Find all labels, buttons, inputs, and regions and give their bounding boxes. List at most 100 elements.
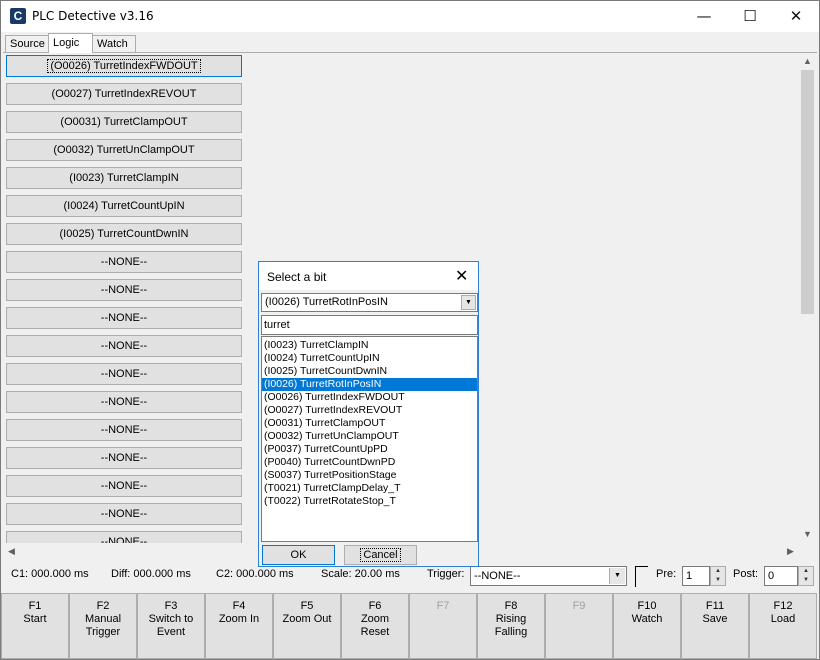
signal-button[interactable]: (O0032) TurretUnClampOUT (6, 139, 242, 161)
tab-bar: Source Logic Watch (3, 33, 817, 53)
window-title: PLC Detective v3.16 (32, 9, 154, 23)
fkey-label: Manual Trigger (84, 613, 122, 638)
list-item[interactable]: (I0023) TurretClampIN (262, 339, 477, 352)
stepper-up-icon[interactable]: ▲ (711, 567, 725, 576)
fkey-f11[interactable]: F11 Save (681, 593, 749, 659)
list-item[interactable]: (O0027) TurretIndexREVOUT (262, 404, 477, 417)
list-item[interactable]: (I0026) TurretRotInPosIN (262, 378, 477, 391)
fkey-f2[interactable]: F2 Manual Trigger (69, 593, 137, 659)
tab-logic[interactable]: Logic (48, 33, 93, 53)
stepper-down-icon[interactable]: ▼ (711, 576, 725, 585)
list-item[interactable]: (O0031) TurretClampOUT (262, 417, 477, 430)
list-item[interactable]: (P0040) TurretCountDwnPD (262, 456, 477, 469)
c1-readout: C1: 000.000 ms (11, 568, 89, 580)
tab-watch[interactable]: Watch (92, 35, 136, 52)
list-item[interactable]: (T0021) TurretClampDelay_T (262, 482, 477, 495)
fkey-label: Zoom In (218, 613, 260, 625)
filter-input[interactable]: turret (261, 315, 478, 335)
list-item[interactable]: (I0024) TurretCountUpIN (262, 352, 477, 365)
bit-combo-box[interactable]: (I0026) TurretRotInPosIN ▼ (261, 293, 478, 312)
diff-readout: Diff: 000.000 ms (111, 568, 191, 580)
scroll-left-icon[interactable]: ◀ (3, 543, 20, 560)
chevron-down-icon[interactable]: ▼ (461, 295, 476, 310)
signal-button[interactable]: --NONE-- (6, 419, 242, 441)
close-icon[interactable]: ✕ (455, 266, 468, 286)
post-input[interactable]: 0 (764, 566, 798, 586)
title-bar[interactable]: C PLC Detective v3.16 — ☐ ✕ (1, 1, 819, 32)
signal-button[interactable]: (I0024) TurretCountUpIN (6, 195, 242, 217)
chevron-down-icon[interactable]: ▼ (609, 568, 625, 584)
fkey-key: F7 (436, 600, 450, 612)
fkey-label: Switch to Event (148, 613, 194, 638)
trigger-select[interactable]: --NONE-- ▼ (470, 566, 627, 586)
bit-list[interactable]: (I0023) TurretClampIN (I0024) TurretCount… (261, 336, 478, 542)
fkey-label: Start (23, 613, 47, 625)
signal-button[interactable]: --NONE-- (6, 279, 242, 301)
signal-button[interactable]: --NONE-- (6, 531, 242, 543)
signal-button-label: --NONE-- (100, 340, 148, 352)
fkey-f10[interactable]: F10 Watch (613, 593, 681, 659)
post-stepper[interactable]: ▲ ▼ (798, 566, 814, 586)
stepper-down-icon[interactable]: ▼ (799, 576, 813, 585)
signal-button-label: (O0026) TurretIndexFWDOUT (47, 59, 201, 73)
trigger-value: --NONE-- (474, 570, 521, 582)
list-item[interactable]: (T0022) TurretRotateStop_T (262, 495, 477, 508)
fkey-f9[interactable]: F9 (545, 593, 613, 659)
signal-button[interactable]: --NONE-- (6, 447, 242, 469)
stepper-up-icon[interactable]: ▲ (799, 567, 813, 576)
fkey-f8[interactable]: F8 Rising Falling (477, 593, 545, 659)
signal-button[interactable]: (O0026) TurretIndexFWDOUT (6, 55, 242, 77)
signal-button-label: --NONE-- (100, 396, 148, 408)
dialog-title-bar[interactable]: Select a bit ✕ (259, 262, 478, 290)
signal-button[interactable]: (O0031) TurretClampOUT (6, 111, 242, 133)
ok-button[interactable]: OK (262, 545, 335, 565)
signal-button[interactable]: (I0025) TurretCountDwnIN (6, 223, 242, 245)
tab-source[interactable]: Source (5, 35, 49, 52)
signal-button[interactable]: --NONE-- (6, 335, 242, 357)
fkey-key: F4 (232, 600, 246, 612)
signal-button[interactable]: (I0023) TurretClampIN (6, 167, 242, 189)
fkey-f3[interactable]: F3 Switch to Event (137, 593, 205, 659)
signal-button-label: --NONE-- (100, 424, 148, 436)
signal-button[interactable]: --NONE-- (6, 307, 242, 329)
signal-button-label: --NONE-- (100, 508, 148, 520)
cancel-button-label: Cancel (360, 548, 401, 562)
function-key-bar: F1 Start F2 Manual Trigger F3 Switch to Event… (1, 593, 819, 659)
signal-button[interactable]: --NONE-- (6, 475, 242, 497)
close-icon[interactable]: ✕ (773, 1, 819, 32)
fkey-key: F5 (300, 600, 314, 612)
fkey-label: Zoom Reset (360, 613, 390, 638)
list-item[interactable]: (I0025) TurretCountDwnIN (262, 365, 477, 378)
fkey-key: F6 (368, 600, 382, 612)
fkey-label: Rising Falling (494, 613, 528, 638)
vertical-scroll-thumb[interactable] (801, 70, 814, 314)
fkey-f7[interactable]: F7 (409, 593, 477, 659)
fkey-f4[interactable]: F4 Zoom In (205, 593, 273, 659)
fkey-f12[interactable]: F12 Load (749, 593, 817, 659)
fkey-f5[interactable]: F5 Zoom Out (273, 593, 341, 659)
list-item[interactable]: (S0037) TurretPositionStage (262, 469, 477, 482)
scroll-down-icon[interactable]: ▼ (799, 526, 816, 543)
minimize-icon[interactable]: — (681, 1, 727, 32)
scroll-right-icon[interactable]: ▶ (782, 543, 799, 560)
pre-input[interactable]: 1 (682, 566, 710, 586)
fkey-f6[interactable]: F6 Zoom Reset (341, 593, 409, 659)
fkey-key: F12 (773, 600, 793, 612)
signal-button-label: --NONE-- (100, 480, 148, 492)
signal-button[interactable]: --NONE-- (6, 503, 242, 525)
scroll-up-icon[interactable]: ▲ (799, 53, 816, 70)
list-item[interactable]: (O0032) TurretUnClampOUT (262, 430, 477, 443)
pre-stepper[interactable]: ▲ ▼ (710, 566, 726, 586)
signal-button[interactable]: --NONE-- (6, 251, 242, 273)
signal-button[interactable]: --NONE-- (6, 363, 242, 385)
signal-button[interactable]: (O0027) TurretIndexREVOUT (6, 83, 242, 105)
signal-button-label: --NONE-- (100, 284, 148, 296)
list-item[interactable]: (P0037) TurretCountUpPD (262, 443, 477, 456)
fkey-f1[interactable]: F1 Start (1, 593, 69, 659)
cancel-button[interactable]: Cancel (344, 545, 417, 565)
signal-button[interactable]: --NONE-- (6, 391, 242, 413)
maximize-icon[interactable]: ☐ (727, 1, 773, 32)
vertical-scrollbar[interactable]: ▲ ▼ (799, 53, 816, 543)
combo-value: (I0026) TurretRotInPosIN (265, 296, 388, 308)
list-item[interactable]: (O0026) TurretIndexFWDOUT (262, 391, 477, 404)
